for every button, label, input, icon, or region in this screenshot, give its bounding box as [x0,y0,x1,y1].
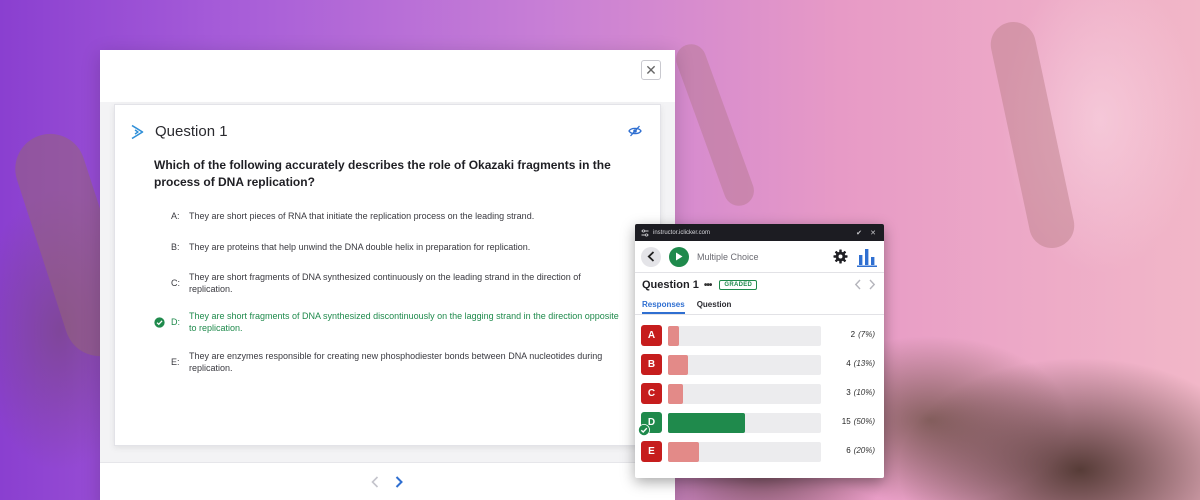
answer-text: They are short fragments of DNA synthesi… [189,272,581,294]
answer-text: They are enzymes responsible for creatin… [189,351,603,373]
check-circle-icon [154,316,165,328]
response-letter: A [641,325,662,346]
more-options-icon[interactable]: ••• [704,280,712,291]
chevron-left-icon [647,251,655,262]
answer-letter: C: [171,278,180,288]
close-icon: ✕ [645,62,657,78]
widget-question-nav [854,279,876,290]
chevron-right-icon [395,476,403,488]
close-button[interactable]: ✕ [641,60,661,80]
response-count-value: 4 [846,359,851,368]
response-row-d: D 15 (50%) [638,412,881,436]
response-percent: (20%) [853,446,875,455]
modal-footer [100,462,675,500]
response-count-value: 6 [846,446,851,455]
question-title: Question 1 [155,123,228,140]
response-count: 6 (20%) [846,446,875,455]
gear-icon[interactable] [833,249,848,264]
iclicker-widget: instructor.iclicker.com ✔ ✕ Multiple Cho… [635,224,884,478]
response-count-value: 3 [846,388,851,397]
response-bar [668,384,684,404]
chevron-left-icon[interactable] [854,279,862,290]
response-percent: (7%) [858,330,875,339]
response-bar-track [668,355,821,375]
response-count: 2 (7%) [851,330,875,339]
answer-letter: A: [171,211,180,221]
chevron-right-icon[interactable] [868,279,876,290]
answer-text: They are short fragments of DNA synthesi… [189,311,619,333]
modal-header: ✕ [100,50,675,102]
response-count: 3 (10%) [846,388,875,397]
answer-text: They are short pieces of RNA that initia… [189,211,535,221]
answer-option-b[interactable]: B: They are proteins that help unwind th… [154,241,624,253]
next-question-button[interactable] [392,475,406,489]
response-count-value: 15 [841,417,851,426]
response-letter: C [641,383,662,404]
response-letter: E [641,441,662,462]
response-list: A 2 (7%) B 4 (13%) C 3 (10%) D 15 (50%) … [635,315,884,465]
answer-option-c[interactable]: C: They are short fragments of DNA synth… [154,271,624,295]
widget-titlebar: instructor.iclicker.com ✔ ✕ [635,224,884,241]
question-type-label: Multiple Choice [697,251,759,262]
response-count: 15 (50%) [842,417,875,426]
chevron-left-icon [371,476,379,488]
response-row-c: C 3 (10%) [641,383,881,404]
response-bar-track [668,384,821,404]
play-outline-icon [131,124,144,139]
response-row-a: A 2 (7%) [641,325,881,346]
close-icon[interactable]: ✕ [868,229,878,237]
response-bar [668,326,679,346]
response-bar [668,355,688,375]
response-bar-track [668,326,821,346]
answer-letter: B: [171,242,180,252]
response-percent: (50%) [853,417,875,426]
question-modal: ✕ Question 1 Which of the following accu… [100,50,675,500]
answer-text: They are proteins that help unwind the D… [189,242,531,252]
answer-option-e[interactable]: E: They are enzymes responsible for crea… [154,350,624,374]
graded-badge: GRADED [719,280,758,290]
answer-option-a[interactable]: A: They are short pieces of RNA that ini… [154,210,624,222]
response-row-e: E 6 (20%) [641,441,881,462]
eye-slash-icon[interactable] [628,125,642,137]
widget-question-title: Question 1 [642,279,699,291]
widget-toolbar: Multiple Choice [635,241,884,273]
site-settings-icon [641,228,649,237]
question-text: Which of the following accurately descri… [154,158,611,189]
pin-icon[interactable]: ✔ [854,229,864,237]
question-card: Question 1 Which of the following accura… [114,104,661,446]
response-count: 4 (13%) [846,359,875,368]
answer-option-d[interactable]: D: They are short fragments of DNA synth… [154,310,624,334]
back-button[interactable] [641,246,661,267]
response-percent: (10%) [853,388,875,397]
results-chart-icon[interactable] [856,247,878,267]
widget-url: instructor.iclicker.com [653,229,711,236]
response-percent: (13%) [853,359,875,368]
response-bar [668,413,745,433]
response-row-b: B 4 (13%) [641,354,881,375]
widget-question-row: Question 1 ••• GRADED [635,273,884,297]
start-polling-button[interactable] [669,246,689,267]
response-bar-track [668,442,821,462]
question-header: Question 1 [129,123,228,140]
play-icon [676,252,683,261]
prev-question-button[interactable] [368,475,382,489]
answer-letter: E: [171,357,180,367]
response-count-value: 2 [850,330,856,339]
response-bar [668,442,699,462]
response-bar-track [668,413,821,433]
widget-tabs: Responses Question [635,297,884,315]
tab-responses[interactable]: Responses [642,297,685,314]
tab-question[interactable]: Question [697,297,732,314]
response-letter: B [641,354,662,375]
check-circle-icon [638,424,650,436]
